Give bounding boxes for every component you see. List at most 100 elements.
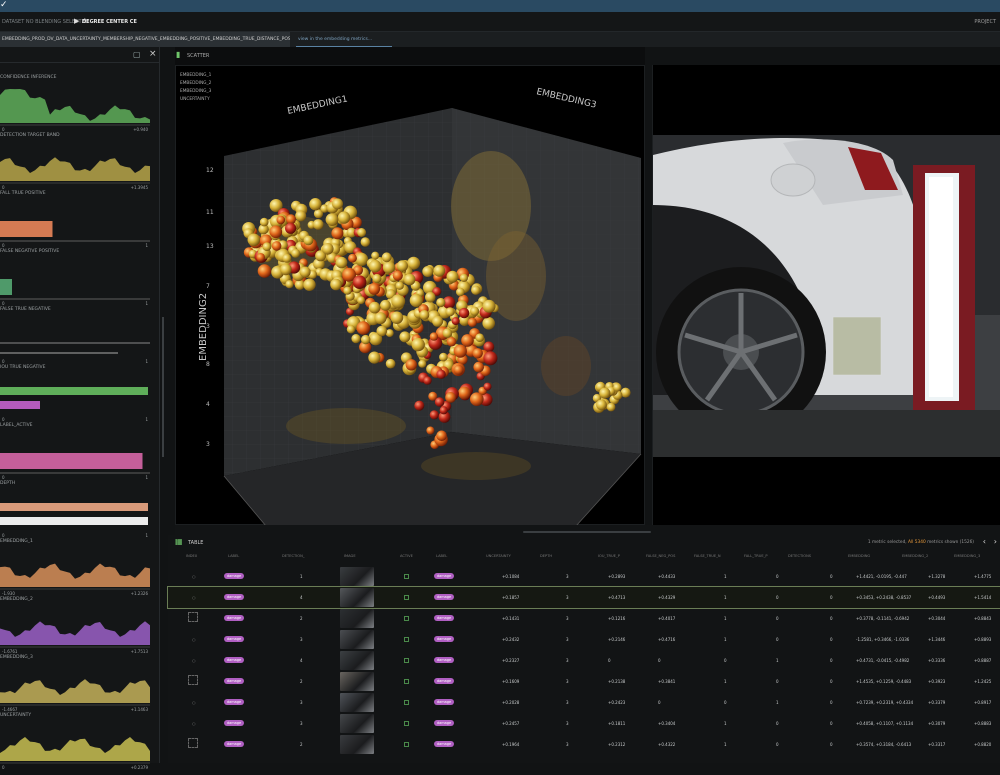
image-thumbnail[interactable] [340,630,374,649]
row-select-box[interactable] [188,738,198,748]
column-header[interactable]: EMBEDDING_3 [954,554,980,558]
svg-text:13: 13 [206,243,214,250]
filter-7[interactable]: LABEL_ACTIVE 0 1 [0,423,152,485]
image-thumbnail[interactable] [340,672,374,691]
column-header[interactable]: IMAGE [344,554,356,558]
filter-3[interactable]: FALL TRUE POSITIVE 0 1 [0,191,152,253]
image-thumbnail[interactable] [340,567,374,586]
detections-value: 0 [830,616,833,621]
active-checkbox[interactable] [404,574,409,579]
table-row[interactable]: damage 2 damage +0.1431 3 +0.1216 +0.4017 1 0 0 +0… [168,608,1000,629]
filter-max: 1 [145,301,148,306]
active-checkbox[interactable] [404,595,409,600]
resize-grip[interactable] [523,531,651,533]
filter-5[interactable]: FALSE TRUE NEGATIVE 0 1 [0,307,152,369]
sidebar-header: ▢ × [0,47,160,63]
filter-9[interactable]: EMBEDDING_1 -1.930 +1.2326 [0,539,152,601]
detections-value: 0 [830,679,833,684]
row-index-marker: ○ [192,595,196,600]
embedding-point [405,359,417,371]
tab-embedding[interactable]: EMBEDDING_PROD_DV_DATA_UNCERTAINTY_MEMBE… [0,32,290,47]
table-row[interactable]: damage 2 damage +0.1609 3 +0.2138 +0.3841 1 0 0 +1… [168,671,1000,692]
embedding-point [299,266,311,278]
embedding-point [312,219,324,230]
column-header[interactable]: EMBEDDING [848,554,870,558]
filter-10[interactable]: EMBEDDING_2 -1.6761 +1.7513 [0,597,152,659]
table-row[interactable]: damage 2 damage +0.1964 3 +0.2312 +0.4322 1 0 0 +0… [168,734,1000,755]
column-header[interactable]: DETECTIONS [788,554,811,558]
close-icon[interactable]: × [149,49,157,59]
image-thumbnail[interactable] [340,588,374,607]
embedding3-value: +0.8820 [974,742,992,747]
uncertainty-value: +0.1084 [502,574,520,579]
image-thumbnail[interactable] [340,693,374,712]
column-header[interactable]: ACTIVE [400,554,413,558]
active-checkbox[interactable] [404,658,409,663]
false-neg-value: +0.4329 [658,595,676,600]
embedding-3d-canvas[interactable]: 12 11 13 7 3 8 4 3 EMBEDDING1 EMBEDDING3… [176,66,646,527]
sidebar-scrollbar[interactable] [162,317,164,457]
active-checkbox[interactable] [404,742,409,747]
active-checkbox[interactable] [404,700,409,705]
filter-8[interactable]: DEPTH 0 1 [0,481,152,543]
image-thumbnail[interactable] [340,735,374,754]
embedding3-value: +0.8843 [974,616,992,621]
row-select-box[interactable] [188,675,198,685]
label-pill: damage [224,678,244,684]
filter-11[interactable]: EMBEDDING_3 -1.4667 +1.1463 [0,655,152,717]
panel-resizer[interactable] [175,525,1000,535]
table-row[interactable]: ○ damage 3 damage +0.2457 3 +0.1811 +0.3404 1 0 0 +… [168,713,1000,734]
tab-embedding-metrics[interactable]: view in the embedding metrics... [296,32,392,47]
fall-true-value: 0 [776,679,779,684]
column-header[interactable]: EMBEDDING_2 [902,554,928,558]
active-checkbox[interactable] [404,679,409,684]
active-checkbox[interactable] [404,637,409,642]
image-thumbnail[interactable] [340,651,374,670]
filter-6[interactable]: IOU TRUE NEGATIVE 0 1 [0,365,152,427]
filter-1[interactable]: CONFIDENCE INFERENCE 0 +0.940 [0,75,152,137]
row-select-box[interactable] [188,612,198,622]
filter-4[interactable]: FALSE NEGATIVE POSITIVE 0 1 [0,249,152,311]
column-header[interactable]: IOU_TRUE_P [598,554,620,558]
column-header[interactable]: INDEX [186,554,197,558]
embedding-point [271,241,282,251]
embedding-point [414,400,425,411]
active-checkbox[interactable] [404,721,409,726]
chevron-left-icon[interactable]: ‹ [983,537,986,546]
active-checkbox[interactable] [404,616,409,621]
filter-max: +0.940 [133,127,148,132]
column-header[interactable]: UNCERTAINTY [486,554,511,558]
breadcrumb-current[interactable]: DEGREE CENTER CE [82,19,137,25]
column-header[interactable]: FALSE_NEG_POS [646,554,675,558]
image-preview-panel[interactable] [652,65,1000,525]
filter-title: DEPTH [0,481,16,486]
settings-icon[interactable]: ▢ [133,50,141,59]
embedding-3d-view[interactable]: 12 11 13 7 3 8 4 3 EMBEDDING1 EMBEDDING3… [175,65,646,527]
embedding2-value: +1.3278 [928,574,946,579]
image-thumbnail[interactable] [340,609,374,628]
table-row[interactable]: ○ damage 1 damage +0.1084 3 +0.2893 +0.4433 1 0 0 +… [168,566,1000,587]
table-row[interactable]: ○ damage 3 damage +0.2028 3 +0.2423 0 0 1 0 +0.7239… [168,692,1000,713]
embedding-point [483,351,498,366]
embedding2-value: +0.3079 [928,721,946,726]
false-neg-value: 0 [658,700,661,705]
column-header[interactable]: FALL_TRUE_P [744,554,768,558]
table-row[interactable]: ○ damage 4 damage +0.1857 3 +0.4713 +0.4329 1 0 0 +… [167,586,1000,609]
column-header[interactable]: LABEL [436,554,447,558]
false-true-value: 1 [724,574,727,579]
image-thumbnail[interactable] [340,714,374,733]
project-label[interactable]: PROJECT [974,19,996,25]
table-row[interactable]: ○ damage 3 damage +0.2432 3 +0.2146 +0.4716 1 0 0 -… [168,629,1000,650]
uncertainty-value: +0.1609 [502,679,520,684]
embedding-point [343,286,352,295]
filter-2[interactable]: DETECTION TARGET BAND 0 +1.3945 [0,133,152,195]
column-header[interactable]: FALSE_TRUE_N [694,554,721,558]
table-row[interactable]: ○ damage 4 damage +0.2327 3 0 0 0 1 0 +0.4731, -0.0… [168,650,1000,671]
column-header[interactable]: DETECTION_ [282,554,305,558]
column-header[interactable]: LABEL [228,554,239,558]
chevron-right-icon[interactable]: › [994,537,997,546]
embedding-point [332,198,343,210]
false-true-value: 1 [724,679,727,684]
column-header[interactable]: DEPTH [540,554,552,558]
filter-12[interactable]: UNCERTAINTY 0 +0.2379 [0,713,152,775]
